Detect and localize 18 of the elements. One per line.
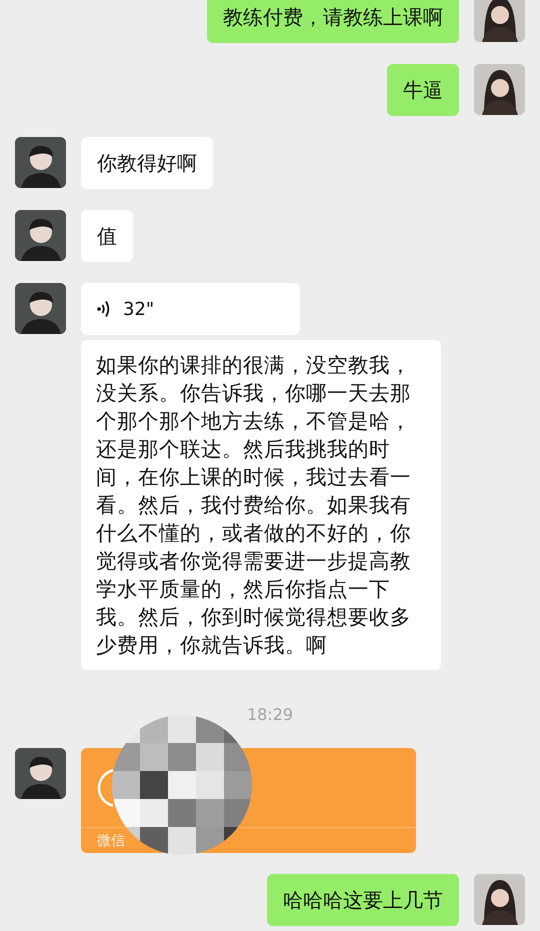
avatar[interactable] <box>474 64 525 115</box>
avatar[interactable] <box>15 137 66 188</box>
message-bubble: 你教得好啊 <box>81 137 213 189</box>
avatar[interactable] <box>474 874 525 925</box>
avatar[interactable] <box>15 748 66 799</box>
message-bubble: 教练付费，请教练上课啊 <box>207 0 459 43</box>
transfer-label: 微信 <box>96 832 126 850</box>
avatar[interactable] <box>15 210 66 261</box>
avatar[interactable] <box>15 283 66 334</box>
voice-duration: 32" <box>123 298 154 322</box>
timestamp: 18:29 <box>246 704 294 726</box>
message-bubble: 值 <box>81 210 133 262</box>
voice-message[interactable]: 32" <box>81 283 300 335</box>
message-bubble: 哈哈哈这要上几节 <box>267 874 459 926</box>
message-bubble: 如果你的课排的很满，没空教我，没关系。你告诉我，你哪一天去那个那个那个地方去练，不管是哈，还是那个联达。然后我挑我的时间，在你上课的时候，我过去看一看。然后，我付费给你。如果我有什么不懂的，或者做的不好的，你觉得或者你觉得需要进一步提高教学水平质量的，然后你指点一下我。然后，你到时候觉得想要收多少费用，你就告诉我。啊 <box>81 340 441 670</box>
sound-wave-icon <box>97 299 111 319</box>
message-bubble: 牛逼 <box>387 64 459 116</box>
avatar[interactable] <box>474 0 525 42</box>
